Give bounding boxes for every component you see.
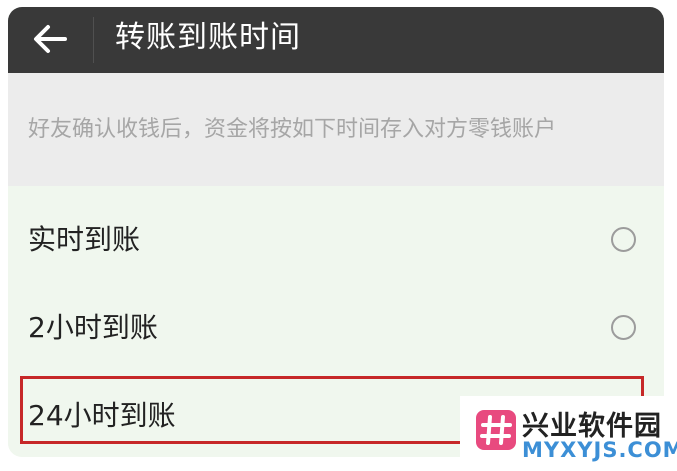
watermark-domain: MYXYJS.COM	[522, 438, 677, 462]
top-bar: 转账到账时间	[8, 7, 664, 73]
screenshot-frame: 转账到账时间 好友确认收钱后，资金将按如下时间存入对方零钱账户 实时到账 2小时…	[0, 0, 677, 471]
page-title: 转账到账时间	[115, 20, 301, 55]
radio-button[interactable]	[611, 315, 636, 340]
header-divider	[93, 17, 94, 63]
notice-section: 好友确认收钱后，资金将按如下时间存入对方零钱账户	[8, 73, 664, 186]
app-screen: 转账到账时间 好友确认收钱后，资金将按如下时间存入对方零钱账户 实时到账 2小时…	[8, 7, 664, 457]
option-label: 2小时到账	[28, 311, 158, 344]
notice-text: 好友确认收钱后，资金将按如下时间存入对方零钱账户	[28, 117, 557, 142]
hash-logo-icon	[476, 410, 516, 450]
option-label: 实时到账	[28, 223, 141, 256]
back-button[interactable]	[28, 17, 72, 61]
arrow-left-icon	[34, 25, 67, 53]
option-realtime[interactable]: 实时到账	[8, 196, 664, 284]
option-2-hours[interactable]: 2小时到账	[8, 284, 664, 372]
radio-button[interactable]	[611, 227, 636, 252]
watermark: 兴业软件园 MYXYJS.COM	[460, 396, 677, 471]
